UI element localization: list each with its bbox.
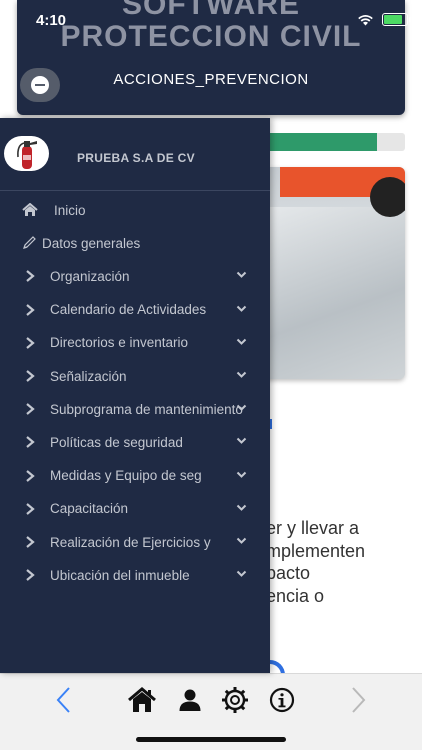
chevron-right-icon [26,270,35,283]
bg-text-line: mplementen [266,540,366,561]
side-drawer: PRUEBA S.A DE CV Inicio Datos generales Or… [0,118,270,673]
chevron-down-icon [236,438,247,445]
chevron-down-icon [236,504,247,511]
chevron-down-icon [236,570,247,578]
drawer-menu-item[interactable]: Capacitación [0,494,270,524]
pencil-icon [23,236,36,250]
drawer-menu-item-label: Directorios e inventario [50,335,189,351]
background-text: er y llevar a mplementen pacto encia o [266,517,422,607]
drawer-menu-item-label: Señalización [50,368,127,384]
info-icon[interactable] [266,684,298,716]
chevron-right-icon [26,569,35,582]
drawer-menu-item-label: Políticas de seguridad [50,434,183,450]
drawer-menu-item-label: Calendario de Actividades [50,302,207,318]
chevron-right-icon [26,336,35,349]
chevron-right-icon [26,436,35,449]
drawer-menu-item[interactable]: Organización [0,261,270,291]
home-icon[interactable] [126,684,158,716]
back-arrow-icon[interactable] [48,684,80,716]
company-logo [4,136,49,171]
bg-text-line: encia o [266,585,325,606]
forward-arrow-icon[interactable] [342,684,374,716]
chevron-down-icon [236,471,247,478]
drawer-menu-item[interactable]: Realización de Ejercicios y [0,527,270,557]
drawer-menu-item-label: Organización [50,268,130,284]
chevron-down-icon [236,371,247,378]
bg-text-line: pacto [266,563,311,583]
chevron-down-icon [236,272,247,279]
drawer-menu-item[interactable]: Señalización [0,361,270,391]
chevron-right-icon [26,303,35,316]
close-drawer-button[interactable] [20,68,60,102]
chevron-right-icon [26,469,35,482]
drawer-menu-item-label: Capacitación [50,501,129,517]
drawer-menu-item-label: Subprograma de mantenimiento [50,401,243,417]
section-subtitle: ACCIONES_PREVENCION [113,71,309,88]
home-icon [22,203,38,216]
drawer-menu-item[interactable]: Subprograma de mantenimiento [0,394,270,424]
chevron-right-icon [26,536,35,548]
drawer-menu-item[interactable]: Medidas y Equipo de seg [0,461,270,491]
chevron-right-icon [26,370,35,382]
chevron-down-icon [236,338,247,345]
home-indicator [136,737,286,742]
drawer-menu-item[interactable]: Directorios e inventario [0,328,270,358]
chevron-down-icon [236,537,247,544]
drawer-menu-item-label: Ubicación del inmueble [50,567,190,583]
drawer-menu-item-label: Medidas y Equipo de seg [50,468,202,484]
chevron-down-icon [236,404,247,412]
drawer-menu-item[interactable]: Inicio [0,195,270,225]
status-bar: 4:10 [0,0,422,40]
settings-gear-icon[interactable] [219,684,251,716]
battery-icon [382,13,411,26]
wifi-icon [358,14,373,25]
progress-bar [250,133,405,151]
drawer-menu-item-label: Inicio [54,202,86,218]
company-name: PRUEBA S.A DE CV [77,151,195,165]
drawer-menu-item-label: Datos generales [42,235,141,251]
drawer-menu-item[interactable]: Políticas de seguridad [0,427,270,457]
chevron-right-icon [26,403,35,416]
drawer-header: PRUEBA S.A DE CV [0,118,270,191]
drawer-menu-item[interactable]: Calendario de Actividades [0,295,270,325]
drawer-menu-item[interactable]: Datos generales [0,228,270,258]
fire-extinguisher-icon [16,140,37,169]
bg-text-line: er y llevar a [266,518,360,538]
chevron-down-icon [236,305,247,312]
content-image [250,167,405,379]
user-icon[interactable] [174,684,206,716]
minus-circle-icon [31,76,49,94]
chevron-right-icon [26,502,35,515]
drawer-menu-item-label: Realización de Ejercicios y [50,534,211,550]
drawer-menu-item[interactable]: Ubicación del inmueble [0,560,270,590]
status-time: 4:10 [36,12,67,29]
